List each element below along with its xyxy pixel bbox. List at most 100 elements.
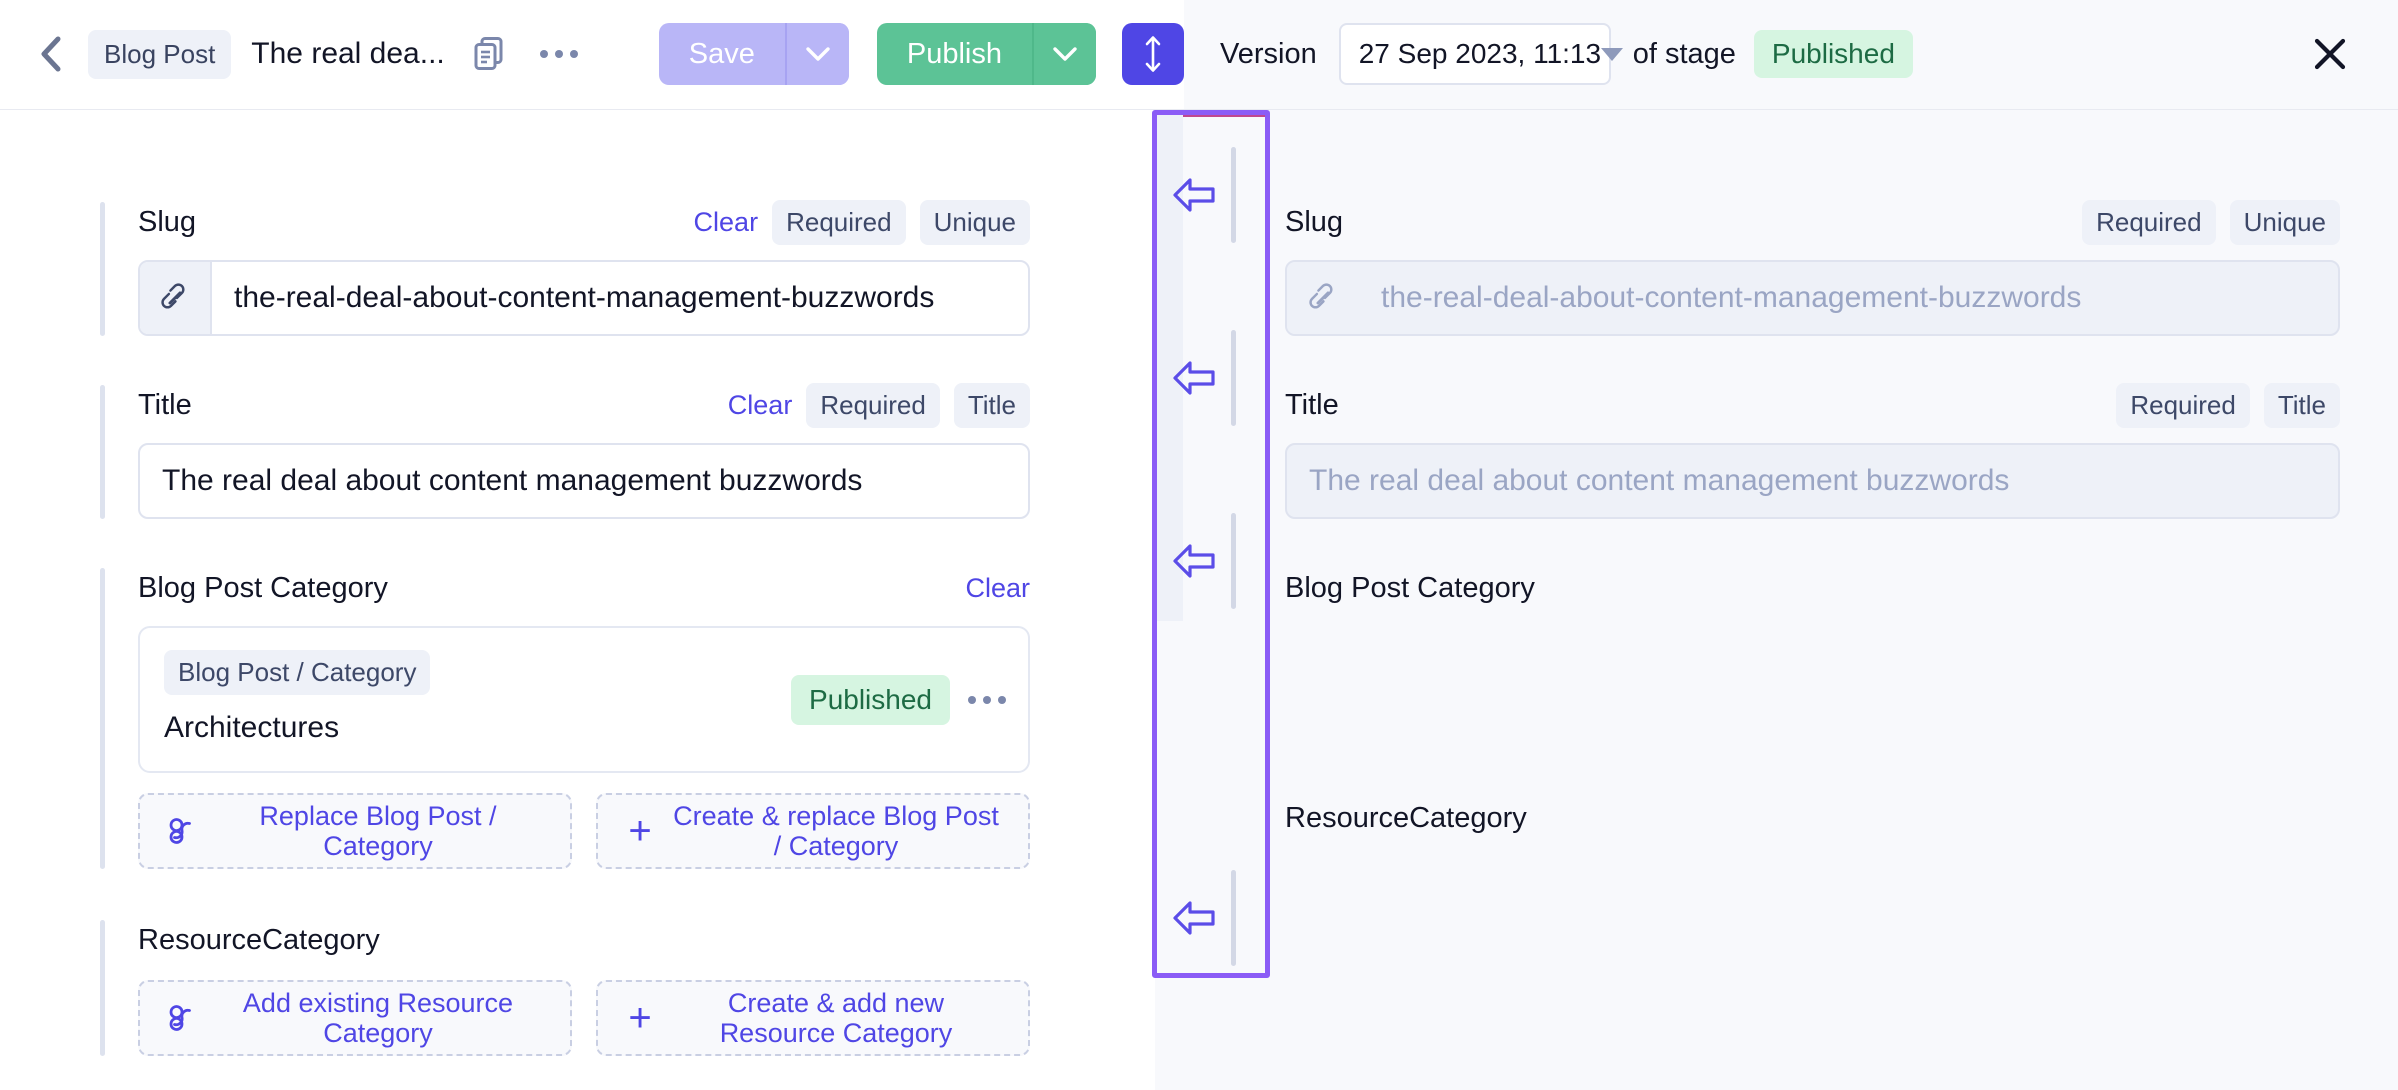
document-title: The real dea... bbox=[251, 37, 445, 70]
ellipsis-icon bbox=[539, 50, 578, 58]
version-select[interactable]: 27 Sep 2023, 11:13 bbox=[1338, 23, 1624, 85]
right-title-label: Title bbox=[1285, 388, 1339, 421]
copy-slug-to-left-button[interactable] bbox=[1157, 176, 1231, 214]
stage-badge: Published bbox=[1753, 30, 1913, 78]
merge-row-divider bbox=[1231, 330, 1236, 426]
version-label: Version bbox=[1219, 37, 1317, 70]
arrows-up-down-icon bbox=[1145, 36, 1161, 72]
slug-tag-unique: Unique bbox=[919, 199, 1030, 245]
copy-resource-category-to-left-button[interactable] bbox=[1157, 899, 1231, 937]
create-replace-blog-post-category-button[interactable]: + Create & replace Blog Post / Category bbox=[596, 793, 1030, 869]
link-icon bbox=[154, 1003, 210, 1033]
field-group-slug: Slug Clear Required Unique the-real-deal… bbox=[100, 199, 1030, 336]
slug-clear-link[interactable]: Clear bbox=[694, 207, 759, 238]
right-field-group-resource-category: ResourceCategory bbox=[1285, 798, 2340, 838]
compare-versions-button[interactable] bbox=[1121, 23, 1184, 85]
slug-input-value: the-real-deal-about-content-management-b… bbox=[234, 281, 935, 314]
title-input-value: The real deal about content management b… bbox=[162, 464, 863, 497]
title-tag-required: Required bbox=[806, 382, 940, 428]
create-add-resource-category-label: Create & add new Resource Category bbox=[719, 987, 953, 1048]
title-tag-title: Title bbox=[953, 382, 1030, 428]
title-input[interactable]: The real deal about content management b… bbox=[138, 443, 1030, 519]
more-actions-button[interactable] bbox=[533, 28, 585, 80]
arrow-left-icon bbox=[1173, 544, 1215, 578]
left-editor-pane: Slug Clear Required Unique the-real-deal… bbox=[0, 110, 1155, 1090]
field-group-resource-category: ResourceCategory Add existing Resource C… bbox=[100, 920, 1030, 1056]
title-label: Title bbox=[138, 388, 192, 421]
arrow-left-icon bbox=[1173, 901, 1215, 935]
merge-row-blog-post-category bbox=[1157, 506, 1265, 616]
publish-dropdown-button[interactable] bbox=[1031, 23, 1096, 85]
field-group-blog-post-category: Blog Post Category Clear Blog Post / Cat… bbox=[100, 568, 1030, 869]
reference-more-button[interactable] bbox=[968, 695, 1006, 704]
right-slug-tag-unique: Unique bbox=[2229, 199, 2340, 245]
add-existing-resource-category-label: Add existing Resource Category bbox=[242, 987, 514, 1048]
merge-row-divider bbox=[1231, 513, 1236, 609]
publish-split-button[interactable]: Publish bbox=[876, 23, 1096, 85]
merge-row-slug bbox=[1157, 140, 1265, 250]
plus-icon: + bbox=[628, 996, 652, 1040]
toolbar-actions: Save Publish bbox=[658, 23, 1184, 85]
merge-row-resource-category bbox=[1157, 863, 1265, 973]
right-resource-category-label: ResourceCategory bbox=[1285, 801, 1527, 834]
blog-post-category-actions: Replace Blog Post / Category + Create & … bbox=[138, 793, 1030, 869]
right-slug-input: the-real-deal-about-content-management-b… bbox=[1285, 260, 2340, 336]
replace-blog-post-category-label: Replace Blog Post / Category bbox=[259, 800, 497, 861]
slug-tag-required: Required bbox=[772, 199, 906, 245]
arrow-left-icon bbox=[1173, 178, 1215, 212]
replace-blog-post-category-button[interactable]: Replace Blog Post / Category bbox=[138, 793, 572, 869]
reference-status-badge: Published bbox=[791, 674, 950, 725]
create-replace-blog-post-category-label: Create & replace Blog Post / Category bbox=[673, 800, 999, 861]
save-dropdown-button[interactable] bbox=[784, 23, 849, 85]
close-button[interactable] bbox=[2302, 26, 2358, 82]
chevron-down-icon bbox=[1053, 47, 1077, 61]
right-slug-label: Slug bbox=[1285, 205, 1344, 238]
blog-post-category-label: Blog Post Category bbox=[138, 571, 388, 604]
right-field-group-blog-post-category: Blog Post Category bbox=[1285, 568, 2340, 608]
save-split-button[interactable]: Save bbox=[658, 23, 849, 85]
right-slug-tag-required: Required bbox=[2082, 199, 2216, 245]
field-group-title: Title Clear Required Title The real deal… bbox=[100, 382, 1030, 519]
right-slug-input-value: the-real-deal-about-content-management-b… bbox=[1381, 281, 2082, 314]
right-title-tag-required: Required bbox=[2116, 382, 2250, 428]
duplicate-button[interactable] bbox=[463, 28, 515, 80]
right-title-tag-title: Title bbox=[2263, 382, 2340, 428]
merge-row-title bbox=[1157, 323, 1265, 433]
merge-gutter bbox=[1152, 110, 1270, 1090]
right-version-pane: Slug Required Unique the-real-deal-about… bbox=[1155, 110, 2398, 1090]
right-title-input-value: The real deal about content management b… bbox=[1309, 464, 2010, 497]
back-button[interactable] bbox=[28, 31, 74, 77]
close-icon bbox=[2314, 38, 2346, 70]
right-field-group-slug: Slug Required Unique the-real-deal-about… bbox=[1285, 199, 2340, 336]
right-field-group-title: Title Required Title The real deal about… bbox=[1285, 382, 2340, 519]
version-dropdown-arrow[interactable] bbox=[1601, 47, 1624, 61]
publish-button[interactable]: Publish bbox=[877, 23, 1032, 85]
resource-category-label: ResourceCategory bbox=[138, 923, 380, 956]
triangle-down-icon bbox=[1601, 47, 1624, 61]
copy-blog-post-category-to-left-button[interactable] bbox=[1157, 542, 1231, 580]
right-title-input: The real deal about content management b… bbox=[1285, 443, 2340, 519]
diff-body: Slug Clear Required Unique the-real-deal… bbox=[0, 110, 2398, 1090]
version-selected-value: 27 Sep 2023, 11:13 bbox=[1358, 38, 1602, 69]
create-add-resource-category-button[interactable]: + Create & add new Resource Category bbox=[596, 980, 1030, 1056]
arrow-left-icon bbox=[1173, 361, 1215, 395]
merge-row-divider bbox=[1231, 147, 1236, 243]
resource-category-actions: Add existing Resource Category + Create … bbox=[138, 980, 1030, 1056]
title-clear-link[interactable]: Clear bbox=[728, 390, 793, 421]
toolbar-version-group: Version 27 Sep 2023, 11:13 of stage Publ… bbox=[1183, 0, 2398, 109]
save-button[interactable]: Save bbox=[659, 23, 785, 85]
top-toolbar: Blog Post The real dea... Save Publish V… bbox=[0, 0, 2398, 110]
content-type-chip: Blog Post bbox=[88, 29, 232, 79]
copy-title-to-left-button[interactable] bbox=[1157, 359, 1231, 397]
reference-card[interactable]: Blog Post / Category Architectures Publi… bbox=[138, 626, 1030, 773]
link-icon bbox=[140, 262, 212, 334]
blog-post-category-clear-link[interactable]: Clear bbox=[965, 573, 1030, 604]
plus-icon: + bbox=[628, 809, 652, 853]
add-existing-resource-category-button[interactable]: Add existing Resource Category bbox=[138, 980, 572, 1056]
slug-label: Slug bbox=[138, 205, 197, 238]
reference-type-chip: Blog Post / Category bbox=[164, 650, 431, 695]
link-icon bbox=[1287, 262, 1359, 334]
right-blog-post-category-label: Blog Post Category bbox=[1285, 571, 1535, 604]
link-icon bbox=[154, 816, 210, 846]
slug-input[interactable]: the-real-deal-about-content-management-b… bbox=[138, 260, 1030, 336]
